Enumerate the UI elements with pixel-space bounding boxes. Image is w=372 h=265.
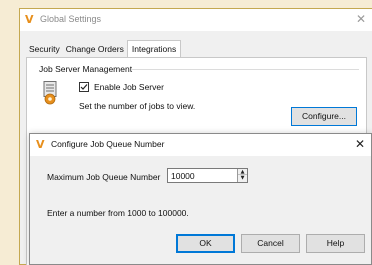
checkmark-icon (80, 84, 88, 90)
group-divider (131, 69, 359, 70)
enable-job-server-checkbox[interactable] (79, 82, 89, 92)
window-close-icon[interactable]: ✕ (356, 12, 366, 26)
enable-job-server-label: Enable Job Server (94, 82, 164, 92)
range-hint: Enter a number from 1000 to 100000. (47, 208, 189, 218)
tab-change-orders[interactable]: Change Orders (62, 42, 127, 57)
settings-tabs: Security Change Orders Integrations (26, 40, 182, 58)
max-job-queue-value[interactable]: 10000 (171, 171, 195, 181)
job-server-icon (43, 81, 57, 105)
tab-integrations[interactable]: Integrations (126, 40, 182, 58)
max-job-queue-label: Maximum Job Queue Number (47, 172, 161, 182)
dialog-close-icon[interactable]: ✕ (355, 137, 365, 151)
configure-button[interactable]: Configure... (291, 107, 357, 126)
max-job-queue-stepper[interactable]: 10000 ▲ ▼ (167, 168, 248, 183)
vault-app-icon: V (25, 13, 34, 26)
configure-job-queue-dialog: V Configure Job Queue Number ✕ Maximum J… (29, 133, 372, 265)
cancel-button[interactable]: Cancel (241, 234, 300, 253)
dialog-title: Configure Job Queue Number (51, 139, 165, 149)
stepper-buttons: ▲ ▼ (237, 169, 247, 182)
tab-security[interactable]: Security (26, 42, 63, 57)
ok-button[interactable]: OK (176, 234, 235, 253)
window-title: Global Settings (40, 14, 102, 24)
help-button[interactable]: Help (306, 234, 365, 253)
stepper-down-icon[interactable]: ▼ (238, 175, 247, 181)
jobs-description: Set the number of jobs to view. (79, 101, 196, 111)
job-server-group-label: Job Server Management (39, 64, 133, 74)
window-titlebar: V Global Settings ✕ (20, 9, 372, 31)
vault-app-icon: V (36, 138, 45, 151)
dialog-titlebar: V Configure Job Queue Number ✕ (30, 134, 371, 156)
